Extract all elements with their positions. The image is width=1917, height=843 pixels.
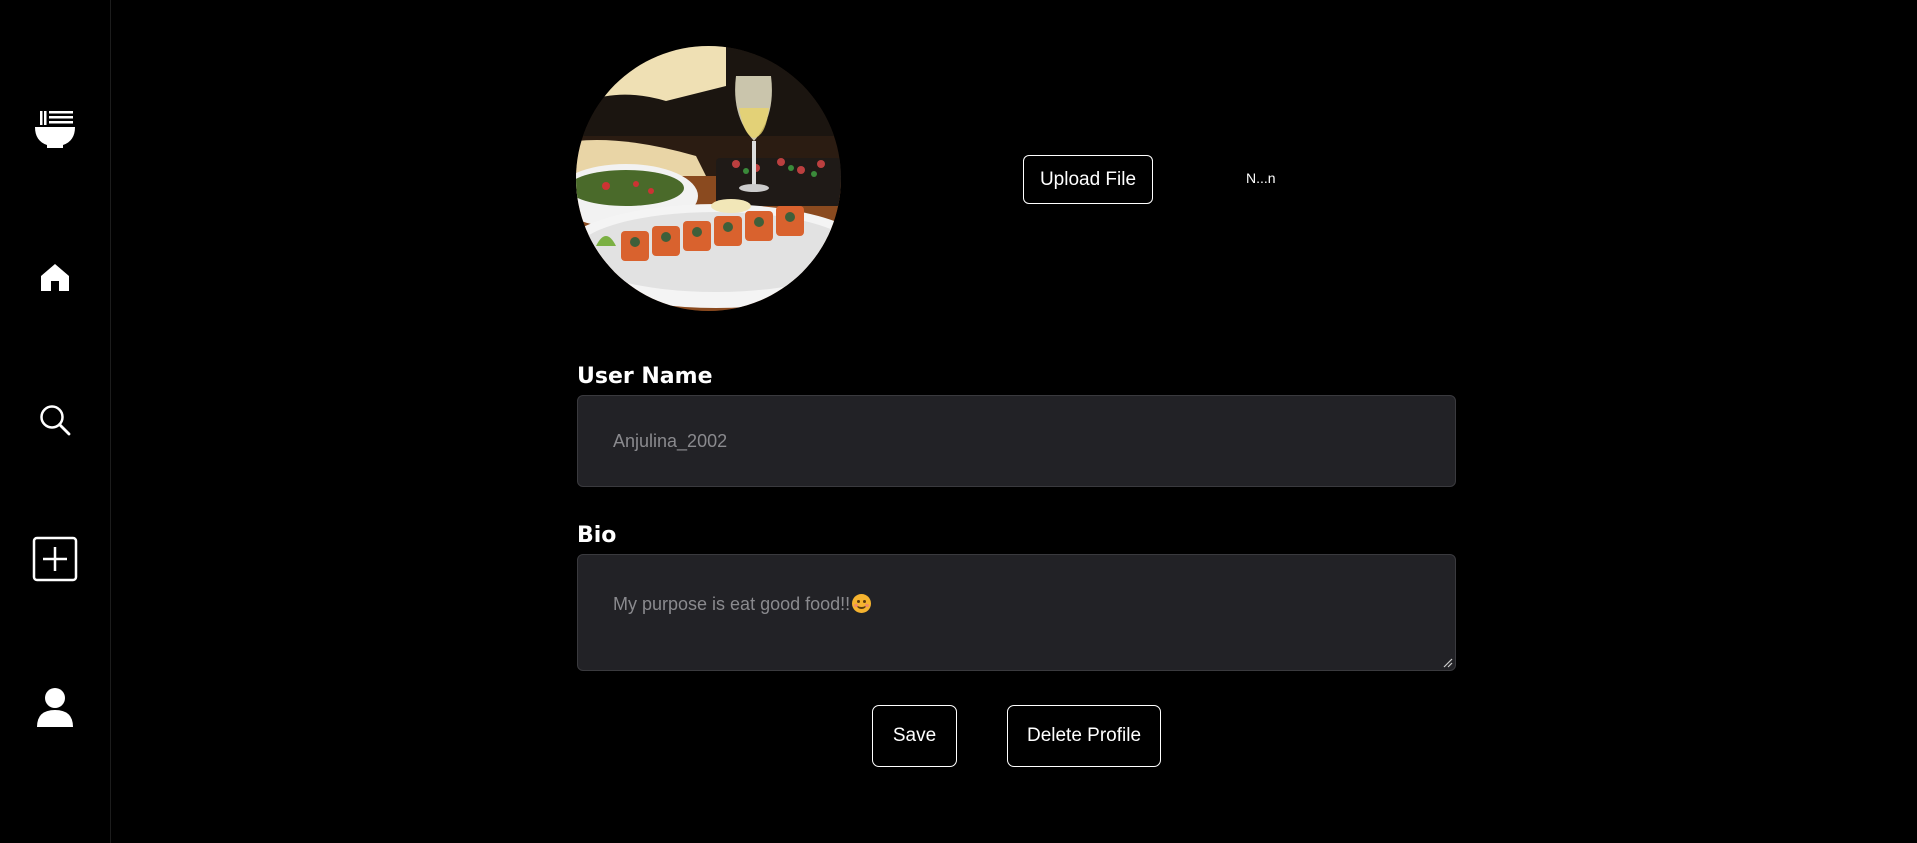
resize-handle-icon[interactable] <box>1443 658 1453 668</box>
username-field[interactable]: Anjulina_2002 <box>577 395 1456 487</box>
home-icon[interactable] <box>0 255 110 299</box>
username-label: User Name <box>577 364 713 389</box>
sidebar <box>0 0 111 843</box>
search-icon[interactable] <box>0 398 110 442</box>
smiling-face-emoji-icon <box>852 594 872 613</box>
save-button[interactable]: Save <box>872 705 957 767</box>
upload-file-button[interactable]: Upload File <box>1023 155 1153 204</box>
ramen-bowl-logo-icon[interactable] <box>0 104 110 154</box>
add-post-icon[interactable] <box>0 536 110 582</box>
delete-profile-button[interactable]: Delete Profile <box>1007 705 1161 767</box>
profile-photo-sushi <box>576 46 841 311</box>
profile-icon[interactable] <box>0 684 110 730</box>
bio-value: My purpose is eat good food!! <box>613 594 851 614</box>
profile-avatar[interactable] <box>576 46 841 311</box>
selected-file-name: N...n <box>1246 170 1276 186</box>
username-value: Anjulina_2002 <box>613 430 728 451</box>
bio-label: Bio <box>577 523 617 548</box>
bio-textarea[interactable]: My purpose is eat good food!! <box>577 554 1456 671</box>
